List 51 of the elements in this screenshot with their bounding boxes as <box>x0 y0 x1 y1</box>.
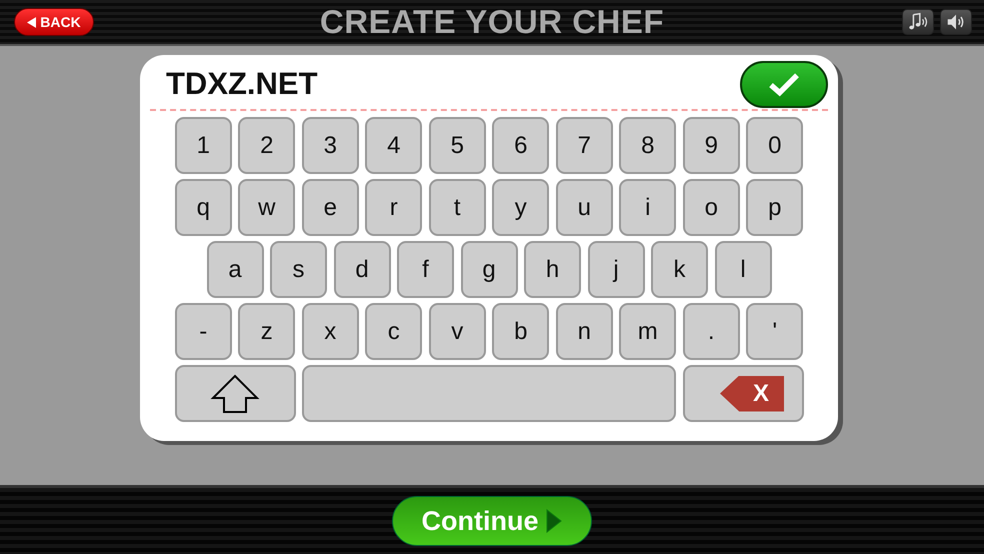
key[interactable]: 5 <box>428 117 486 174</box>
key[interactable]: l <box>714 241 772 298</box>
key[interactable]: k <box>651 241 708 298</box>
key[interactable]: q <box>174 179 232 236</box>
key[interactable]: c <box>365 303 422 360</box>
key[interactable]: 2 <box>238 117 296 174</box>
checkmark-icon <box>767 71 801 97</box>
key[interactable]: r <box>365 179 422 236</box>
key[interactable]: 7 <box>556 117 613 174</box>
key[interactable]: 0 <box>746 117 804 174</box>
key[interactable]: 6 <box>492 117 550 174</box>
key[interactable]: w <box>238 179 296 236</box>
key[interactable]: g <box>460 241 518 298</box>
screen-title: CREATE YOUR CHEF <box>320 3 664 41</box>
key[interactable]: u <box>556 179 613 236</box>
key[interactable]: s <box>270 241 327 298</box>
key[interactable]: - <box>174 303 232 360</box>
key[interactable]: d <box>334 241 390 298</box>
key[interactable]: z <box>238 303 296 360</box>
key[interactable]: 3 <box>302 117 359 174</box>
key[interactable]: f <box>397 241 454 298</box>
key[interactable]: . <box>682 303 740 360</box>
key[interactable]: n <box>556 303 613 360</box>
back-button[interactable]: BACK <box>14 8 94 36</box>
play-icon <box>546 509 562 533</box>
up-arrow-icon <box>210 374 260 414</box>
name-field[interactable]: TDXZ.NET <box>166 66 318 102</box>
key[interactable]: ' <box>746 303 804 360</box>
key[interactable]: p <box>746 179 804 236</box>
music-button[interactable] <box>902 9 934 35</box>
key[interactable]: e <box>302 179 359 236</box>
key[interactable]: b <box>492 303 550 360</box>
key[interactable]: o <box>682 179 740 236</box>
key[interactable]: a <box>206 241 264 298</box>
key[interactable]: 1 <box>174 117 232 174</box>
backspace-key[interactable]: X <box>682 365 804 422</box>
key[interactable]: v <box>428 303 486 360</box>
confirm-button[interactable] <box>740 60 828 108</box>
shift-key[interactable] <box>174 365 296 422</box>
key[interactable]: i <box>619 179 676 236</box>
key[interactable]: y <box>492 179 550 236</box>
key[interactable]: x <box>302 303 359 360</box>
key[interactable]: 9 <box>682 117 740 174</box>
key[interactable]: t <box>428 179 486 236</box>
key[interactable]: m <box>619 303 676 360</box>
key[interactable]: j <box>588 241 644 298</box>
key[interactable]: 4 <box>365 117 422 174</box>
back-arrow-icon <box>27 16 36 28</box>
key[interactable]: h <box>524 241 581 298</box>
key[interactable]: 8 <box>619 117 676 174</box>
speaker-button[interactable] <box>940 9 972 35</box>
